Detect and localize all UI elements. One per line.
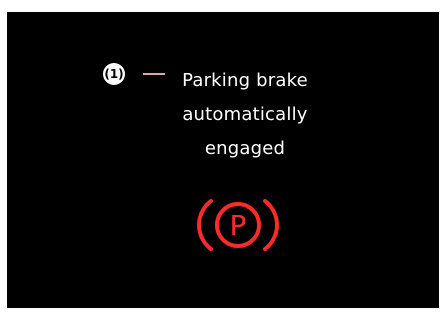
parking-brake-letter: P	[230, 209, 247, 242]
parking-brake-icon: P	[193, 193, 283, 257]
message-line-1: Parking brake	[182, 70, 308, 91]
parking-brake-message: Parking brake automatically engaged	[155, 64, 335, 166]
message-line-2: automatically	[182, 104, 308, 125]
callout-number-badge: (1)	[103, 63, 125, 85]
message-line-3: engaged	[204, 138, 286, 159]
